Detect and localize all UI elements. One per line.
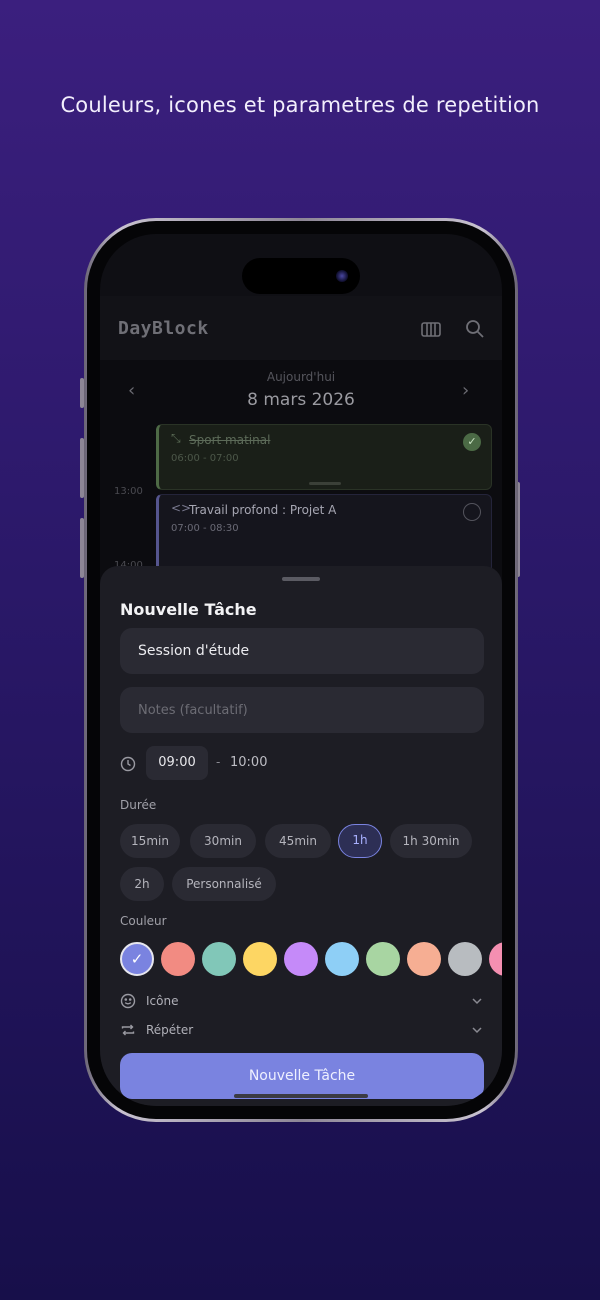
color-swatch[interactable]	[325, 942, 359, 976]
task-card-completed[interactable]: ⤡ Sport matinal 06:00 - 07:00 ✓	[156, 424, 492, 490]
home-indicator	[234, 1094, 368, 1098]
dynamic-island	[242, 258, 360, 294]
promo-headline: Couleurs, icones et parametres de repeti…	[60, 93, 540, 117]
time-label: 13:00	[114, 486, 143, 497]
date-navigation: ‹ Aujourd'hui 8 mars 2026 ›	[100, 360, 502, 424]
icon-option-label: Icône	[146, 994, 179, 1008]
chevron-down-icon	[470, 1022, 484, 1036]
task-time: 06:00 - 07:00	[171, 453, 239, 464]
sheet-title: Nouvelle Tâche	[120, 600, 257, 619]
expand-arrows-icon: ⤡	[171, 431, 181, 445]
duration-chip-custom[interactable]: Personnalisé	[172, 867, 276, 901]
color-swatch[interactable]	[161, 942, 195, 976]
task-notes-input[interactable]	[120, 687, 484, 733]
color-swatch[interactable]	[407, 942, 441, 976]
repeat-option-label: Répéter	[146, 1023, 194, 1037]
calendar-grid-icon[interactable]	[420, 318, 442, 340]
sheet-grabber[interactable]	[282, 577, 320, 581]
color-swatch[interactable]	[243, 942, 277, 976]
repeat-icon	[120, 1022, 136, 1038]
color-swatch[interactable]	[448, 942, 482, 976]
checkmark-icon[interactable]: ✓	[463, 433, 481, 451]
duration-chip-1h30[interactable]: 1h 30min	[390, 824, 472, 858]
duration-chip-30min[interactable]: 30min	[190, 824, 256, 858]
color-swatch[interactable]	[284, 942, 318, 976]
smiley-icon	[120, 993, 136, 1009]
duration-chip-2h[interactable]: 2h	[120, 867, 164, 901]
task-title-input[interactable]	[120, 628, 484, 674]
color-swatch[interactable]: ✓	[120, 942, 154, 976]
end-time[interactable]: 10:00	[230, 755, 267, 770]
resize-handle[interactable]	[309, 482, 341, 485]
duration-chip-15min[interactable]: 15min	[120, 824, 180, 858]
camera-icon	[336, 270, 348, 282]
task-title: Sport matinal	[189, 433, 271, 447]
task-card[interactable]: <> Travail profond : Projet A 07:00 - 08…	[156, 494, 492, 574]
start-time-picker[interactable]: 09:00	[146, 746, 208, 780]
icon-option-row[interactable]: Icône	[120, 991, 484, 1013]
date-subtitle: Aujourd'hui	[266, 370, 336, 384]
search-icon[interactable]	[464, 318, 486, 340]
duration-label: Durée	[120, 798, 157, 812]
chevron-down-icon	[470, 993, 484, 1007]
clock-icon	[120, 756, 136, 772]
repeat-option-row[interactable]: Répéter	[120, 1020, 484, 1042]
task-time: 07:00 - 08:30	[171, 523, 239, 534]
task-title: Travail profond : Projet A	[189, 503, 337, 517]
new-task-sheet: Nouvelle Tâche 09:00 - 10:00 Durée	[100, 566, 502, 1106]
color-label: Couleur	[120, 914, 167, 928]
color-swatch[interactable]	[489, 942, 502, 976]
app-header: DayBlock	[100, 296, 502, 360]
color-swatch[interactable]	[366, 942, 400, 976]
duration-chip-1h[interactable]: 1h	[338, 824, 382, 858]
current-date: 8 mars 2026	[247, 390, 355, 410]
time-range-row: 09:00 - 10:00	[120, 746, 484, 782]
color-swatch[interactable]	[202, 942, 236, 976]
create-task-button[interactable]: Nouvelle Tâche	[120, 1053, 484, 1099]
app-title: DayBlock	[118, 318, 209, 339]
time-separator: -	[216, 755, 221, 769]
duration-chip-45min[interactable]: 45min	[265, 824, 331, 858]
next-day-chevron-icon[interactable]: ›	[462, 380, 469, 401]
task-complete-checkbox[interactable]	[463, 503, 481, 521]
phone-screen: DayBlock ‹ Aujourd'hui 8 mars 2026 › 13:…	[100, 234, 502, 1106]
